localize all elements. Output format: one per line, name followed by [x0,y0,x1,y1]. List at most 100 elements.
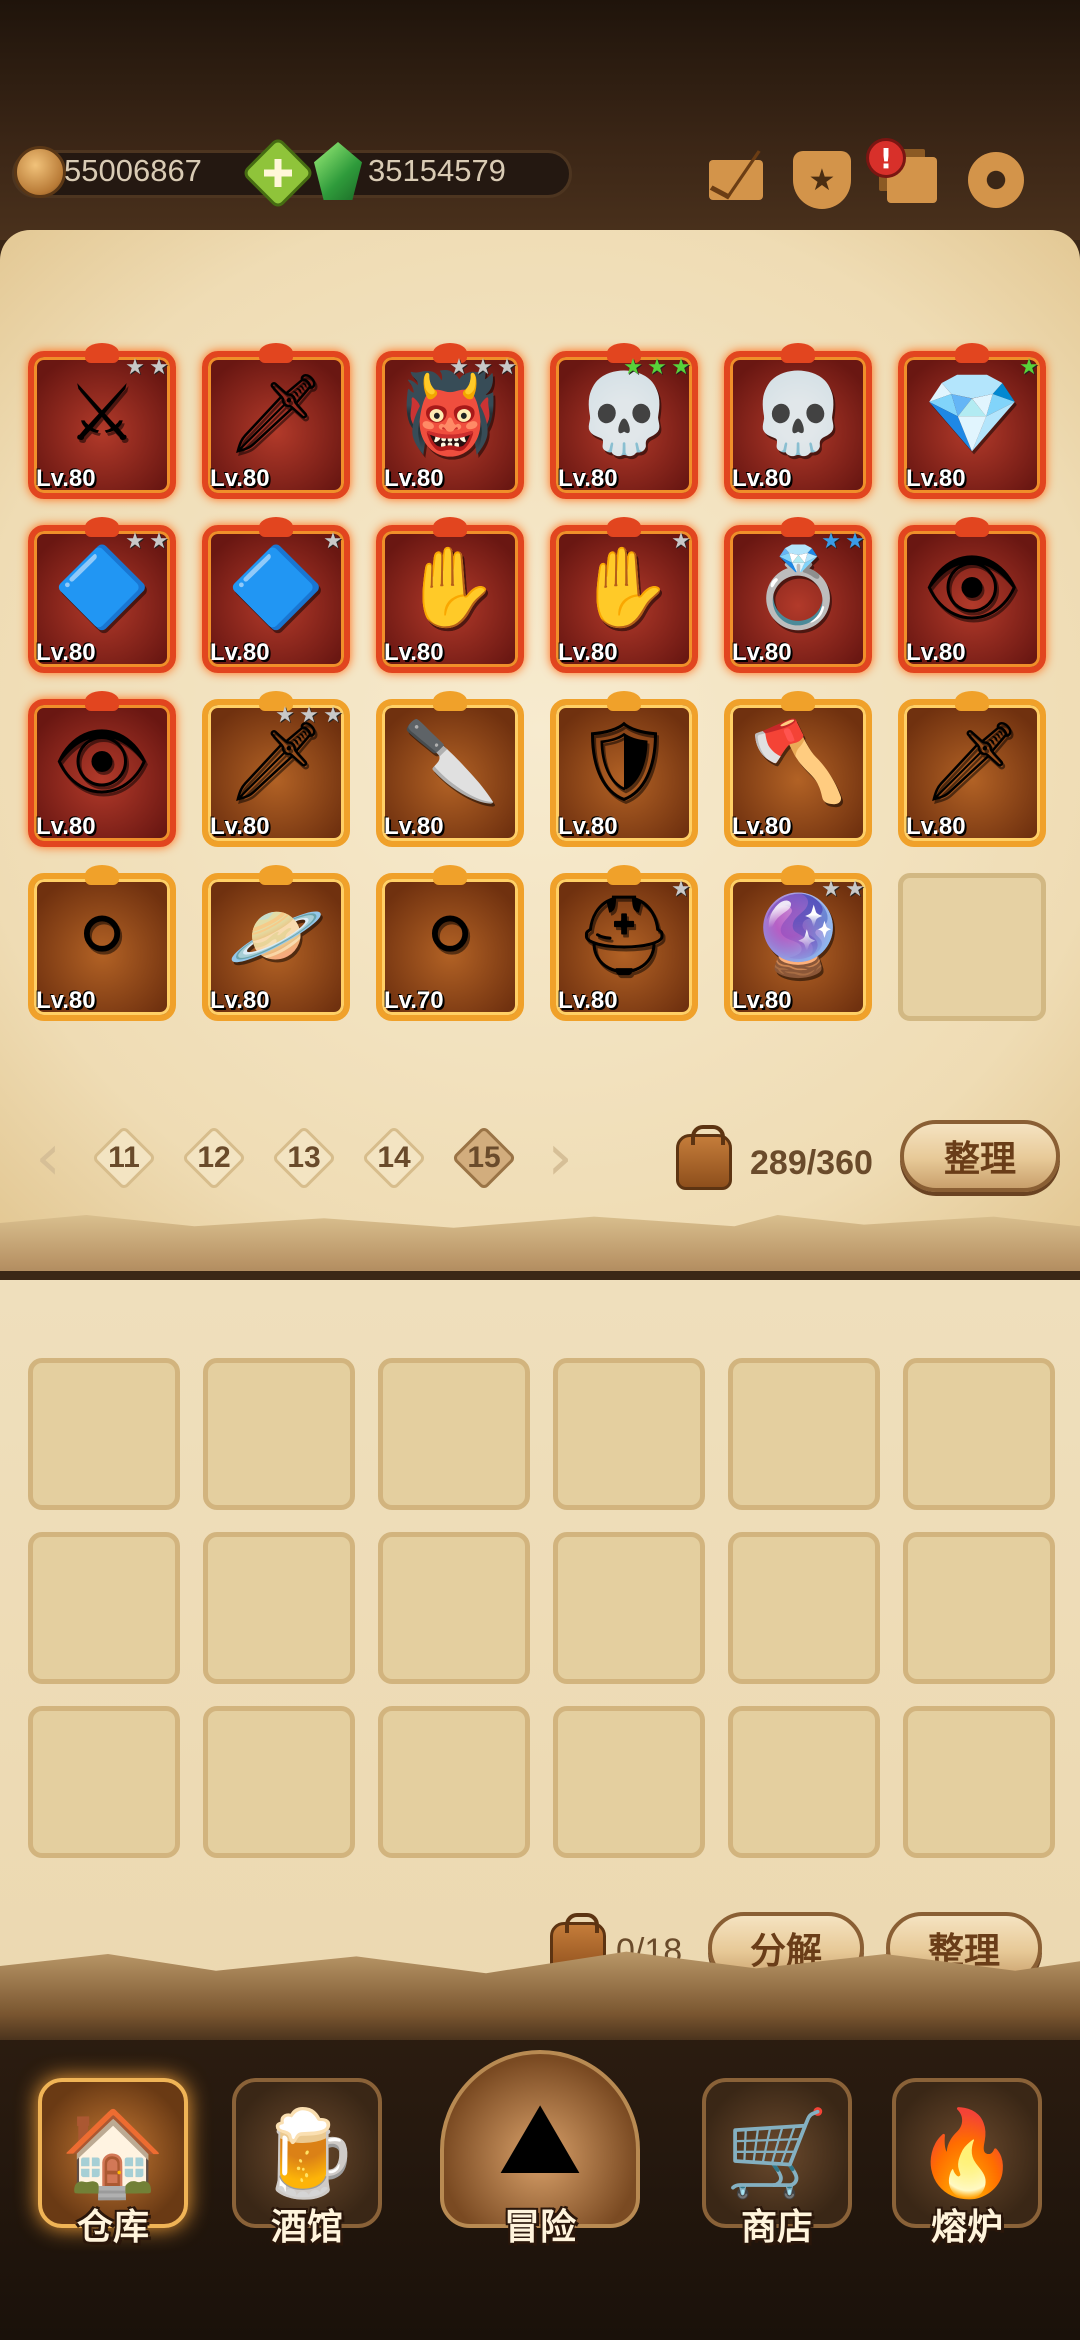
inventory-item-slot[interactable]: ⚔ ★ ★ Lv.80 [22,343,182,505]
inventory-item-slot[interactable]: 👁 Lv.80 [892,517,1052,679]
star-icon: ★ [671,877,691,902]
salvage-slot[interactable] [28,1532,180,1684]
inventory-item-slot[interactable]: 🗡 Lv.80 [196,343,356,505]
inventory-item-slot[interactable]: 🛡 Lv.80 [544,691,704,853]
star-icon: ★ [473,355,493,380]
item-level: Lv.80 [210,465,270,492]
star-icon: ★ [449,355,469,380]
inventory-item-slot[interactable]: 💀 Lv.80 [718,343,878,505]
inventory-item-slot[interactable]: 💀 ★ ★ ★ Lv.80 [544,343,704,505]
inventory-item-slot[interactable]: 🗡 Lv.80 [892,691,1052,853]
silver-orb-icon: ⚪ [417,891,483,981]
demon-helm-icon: 👹 [401,369,499,459]
nav-tab-forge[interactable]: 🔥 熔炉 [872,2050,1062,2250]
salvage-slot[interactable] [728,1532,880,1684]
inventory-item-slot[interactable]: 🪓 Lv.80 [718,691,878,853]
salvage-slot[interactable] [203,1532,355,1684]
salvage-slot[interactable] [728,1706,880,1858]
nav-tab-adventure[interactable]: ⛰ 冒险 [425,2050,655,2250]
salvage-slot[interactable] [378,1532,530,1684]
rarity-crown [781,691,815,711]
bone-gauntlet-icon: ✋ [575,543,673,633]
inventory-item-slot[interactable]: 💍 ★ ★ Lv.80 [718,517,878,679]
nav-tab-warehouse[interactable]: 🏠 仓库 [18,2050,208,2250]
salvage-slot[interactable] [553,1532,705,1684]
star-icon: ★ [149,529,169,554]
salvage-slot[interactable] [553,1358,705,1510]
inventory-item-slot[interactable]: 🔪 Lv.80 [370,691,530,853]
page-button-12[interactable]: 12 [181,1125,247,1191]
gem-amount: 35154579 [368,153,506,188]
star-icon: ★ [671,355,691,380]
rarity-crown [85,865,119,885]
item-stars: ★ [322,531,344,553]
item-stars: ★ [670,531,692,553]
rarity-crown [85,517,119,537]
scythe-icon: ⚔ [67,369,137,459]
crystal-pendant-icon: 💎 [923,369,1021,459]
inventory-item-slot[interactable]: ⚪ Lv.70 [370,865,530,1027]
salvage-slot[interactable] [378,1706,530,1858]
page-button-14[interactable]: 14 [361,1125,427,1191]
kunai-icon: 🗡 [922,717,1022,807]
salvage-slot[interactable] [378,1358,530,1510]
star-icon: ★ [821,877,841,902]
inventory-item-slot[interactable]: ⚪ Lv.80 [22,865,182,1027]
rarity-crown [85,343,119,363]
item-level: Lv.80 [210,987,270,1014]
page-button-15[interactable]: 15 [451,1125,517,1191]
mail-icon[interactable] [706,150,766,210]
item-level: Lv.80 [558,813,618,840]
nav-label: 仓库 [76,2207,149,2248]
inventory-item-slot[interactable]: 🗡 ★ ★ ★ Lv.80 [196,691,356,853]
prev-page-arrow-icon[interactable]: ‹ [28,1126,68,1190]
eye-ring-icon: 👁 [52,717,152,807]
salvage-slot[interactable] [203,1706,355,1858]
next-page-arrow-icon[interactable]: › [540,1126,580,1190]
nav-label: 商店 [740,2207,813,2248]
salvage-slot[interactable] [728,1358,880,1510]
empty-inventory-slot[interactable] [892,867,1052,1027]
rarity-crown [607,517,641,537]
gear-icon[interactable] [966,150,1026,210]
fang-blade-icon: 🗡 [226,369,326,459]
inventory-item-slot[interactable]: ⛑ ★ Lv.80 [544,865,704,1027]
star-icon: ★ [323,703,343,728]
salvage-slot[interactable] [28,1358,180,1510]
nav-tab-shop[interactable]: 🛒 商店 [682,2050,872,2250]
inventory-item-slot[interactable]: 🔷 ★ ★ Lv.80 [22,517,182,679]
rarity-crown [433,691,467,711]
item-level: Lv.80 [906,639,966,666]
salvage-slot[interactable] [903,1706,1055,1858]
inventory-item-slot[interactable]: 👁 Lv.80 [22,691,182,853]
inventory-item-slot[interactable]: ✋ ★ Lv.80 [544,517,704,679]
star-icon: ★ [845,529,865,554]
salvage-slot[interactable] [28,1706,180,1858]
item-level: Lv.80 [384,465,444,492]
page-button-13[interactable]: 13 [271,1125,337,1191]
inventory-item-slot[interactable]: 👹 ★ ★ ★ Lv.80 [370,343,530,505]
salvage-slot[interactable] [203,1358,355,1510]
hooded-skull-helm-icon: 💀 [575,369,673,459]
sort-inventory-button[interactable]: 整理 [900,1120,1060,1192]
nav-tab-tavern-mug[interactable]: 🍺 酒馆 [212,2050,402,2250]
gold-amount: 55006867 [64,153,202,188]
item-level: Lv.70 [384,987,444,1014]
salvage-slot[interactable] [553,1706,705,1858]
item-level: Lv.80 [732,639,792,666]
inventory-item-slot[interactable]: 🔮 ★ ★ Lv.80 [718,865,878,1027]
salvage-slot[interactable] [903,1532,1055,1684]
inventory-item-slot[interactable]: 🔷 ★ Lv.80 [196,517,356,679]
star-icon: ★ [275,703,295,728]
inventory-item-slot[interactable]: ✋ Lv.80 [370,517,530,679]
item-level: Lv.80 [210,639,270,666]
rarity-crown [607,865,641,885]
item-level: Lv.80 [732,465,792,492]
planet-orb-icon: 🪐 [227,891,325,981]
inventory-item-slot[interactable]: 🪐 Lv.80 [196,865,356,1027]
inventory-item-slot[interactable]: 💎 ★ Lv.80 [892,343,1052,505]
salvage-slot[interactable] [903,1358,1055,1510]
rarity-crown [781,343,815,363]
page-button-11[interactable]: 11 [91,1125,157,1191]
favorites-icon[interactable]: ★ [792,150,852,210]
